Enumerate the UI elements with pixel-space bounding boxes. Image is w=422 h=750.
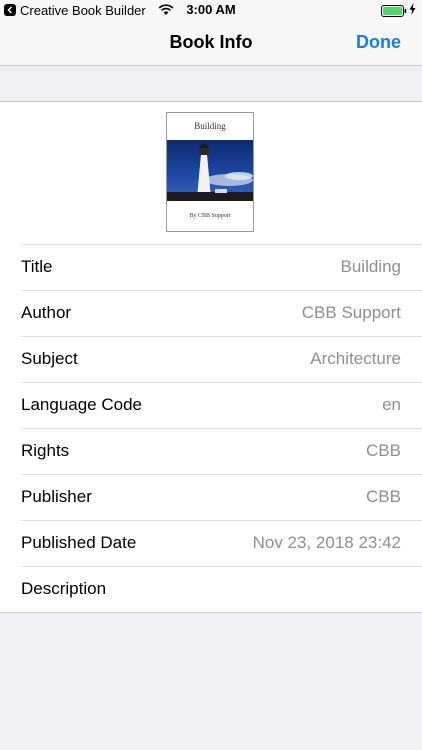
- navigation-bar: Book Info Done: [0, 20, 422, 66]
- field-row-published-date[interactable]: Published Date Nov 23, 2018 23:42: [21, 520, 422, 566]
- status-right: [381, 3, 416, 18]
- field-value: CBB: [366, 487, 401, 506]
- done-button[interactable]: Done: [356, 20, 401, 65]
- field-label: Title: [21, 257, 53, 276]
- field-value: CBB: [366, 441, 401, 460]
- field-label: Rights: [21, 441, 70, 460]
- status-bar: Creative Book Builder 3:00 AM: [0, 0, 422, 20]
- field-row-rights[interactable]: Rights CBB: [21, 428, 422, 474]
- charging-bolt-icon: [409, 3, 416, 18]
- field-row-subject[interactable]: Subject Architecture: [21, 336, 422, 382]
- book-info-table: Building By CBB Support Title Building A…: [0, 101, 422, 613]
- cover-author: By CBB Support: [189, 213, 231, 219]
- field-row-title[interactable]: Title Building: [21, 244, 422, 290]
- field-label: Language Code: [21, 395, 143, 414]
- field-label: Author: [21, 303, 72, 322]
- book-cover-image[interactable]: Building By CBB Support: [166, 112, 254, 232]
- field-value: Architecture: [310, 349, 401, 368]
- lighthouse-photo: [167, 140, 253, 201]
- status-time: 3:00 AM: [186, 2, 236, 17]
- field-label: Subject: [21, 349, 78, 368]
- field-row-author[interactable]: Author CBB Support: [21, 290, 422, 336]
- field-row-publisher[interactable]: Publisher CBB: [21, 474, 422, 520]
- field-row-description[interactable]: Description: [21, 566, 422, 612]
- field-value: en: [382, 395, 401, 414]
- field-value: Building: [340, 257, 402, 276]
- field-value: Nov 23, 2018 23:42: [252, 533, 401, 552]
- cover-title: Building: [194, 121, 226, 131]
- battery-icon: [381, 4, 407, 17]
- field-label: Publisher: [21, 487, 92, 506]
- field-label: Description: [21, 579, 107, 598]
- cover-row: Building By CBB Support: [0, 102, 422, 244]
- field-label: Published Date: [21, 533, 137, 552]
- field-value: CBB Support: [301, 303, 401, 322]
- field-row-language-code[interactable]: Language Code en: [21, 382, 422, 428]
